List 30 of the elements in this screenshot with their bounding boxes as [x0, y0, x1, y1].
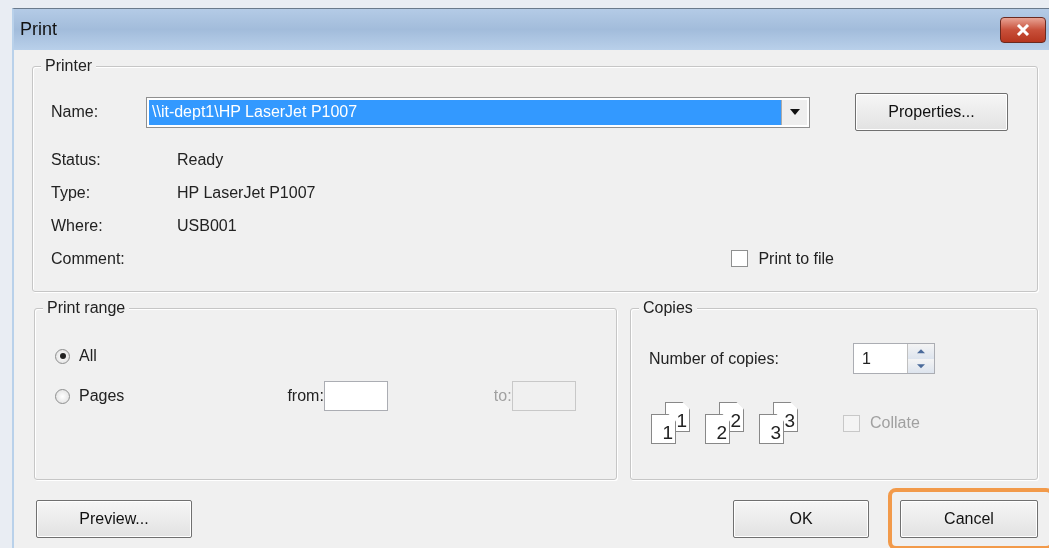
group-title: Copies	[639, 298, 697, 318]
radio-button[interactable]	[55, 348, 70, 364]
radio-button[interactable]	[55, 388, 70, 404]
checkbox-label: Collate	[870, 414, 920, 432]
checkbox-label: Print to file	[758, 249, 834, 269]
field-value: HP LaserJet P1007	[177, 183, 317, 203]
field-label: from:	[287, 387, 324, 405]
field-label: Comment:	[51, 249, 126, 269]
field-value: Ready	[177, 150, 225, 170]
field-label: Type:	[51, 183, 92, 203]
print-to-file-checkbox[interactable]	[731, 250, 749, 267]
dropdown-arrow-icon	[789, 109, 800, 115]
close-icon	[1016, 23, 1030, 36]
field-label: Number of copies:	[649, 349, 780, 368]
field-label: Name:	[51, 103, 100, 121]
radio-label: Pages	[79, 387, 125, 405]
window-title: Print	[20, 19, 57, 40]
close-button[interactable]	[1000, 16, 1046, 43]
cancel-button[interactable]: Cancel	[900, 500, 1038, 538]
ok-button[interactable]: OK	[733, 500, 869, 538]
field-label: to:	[493, 387, 512, 405]
radio-label: All	[79, 347, 97, 365]
from-field[interactable]	[323, 381, 388, 411]
group-title: Print range	[43, 298, 130, 318]
properties-button[interactable]: Properties...	[855, 93, 1008, 131]
field-label: Status:	[51, 150, 102, 170]
field-value: USB001	[177, 216, 238, 236]
preview-button[interactable]: Preview...	[36, 500, 192, 538]
copies-spinner[interactable]: 1	[853, 343, 935, 374]
field-label: Where:	[51, 216, 104, 236]
